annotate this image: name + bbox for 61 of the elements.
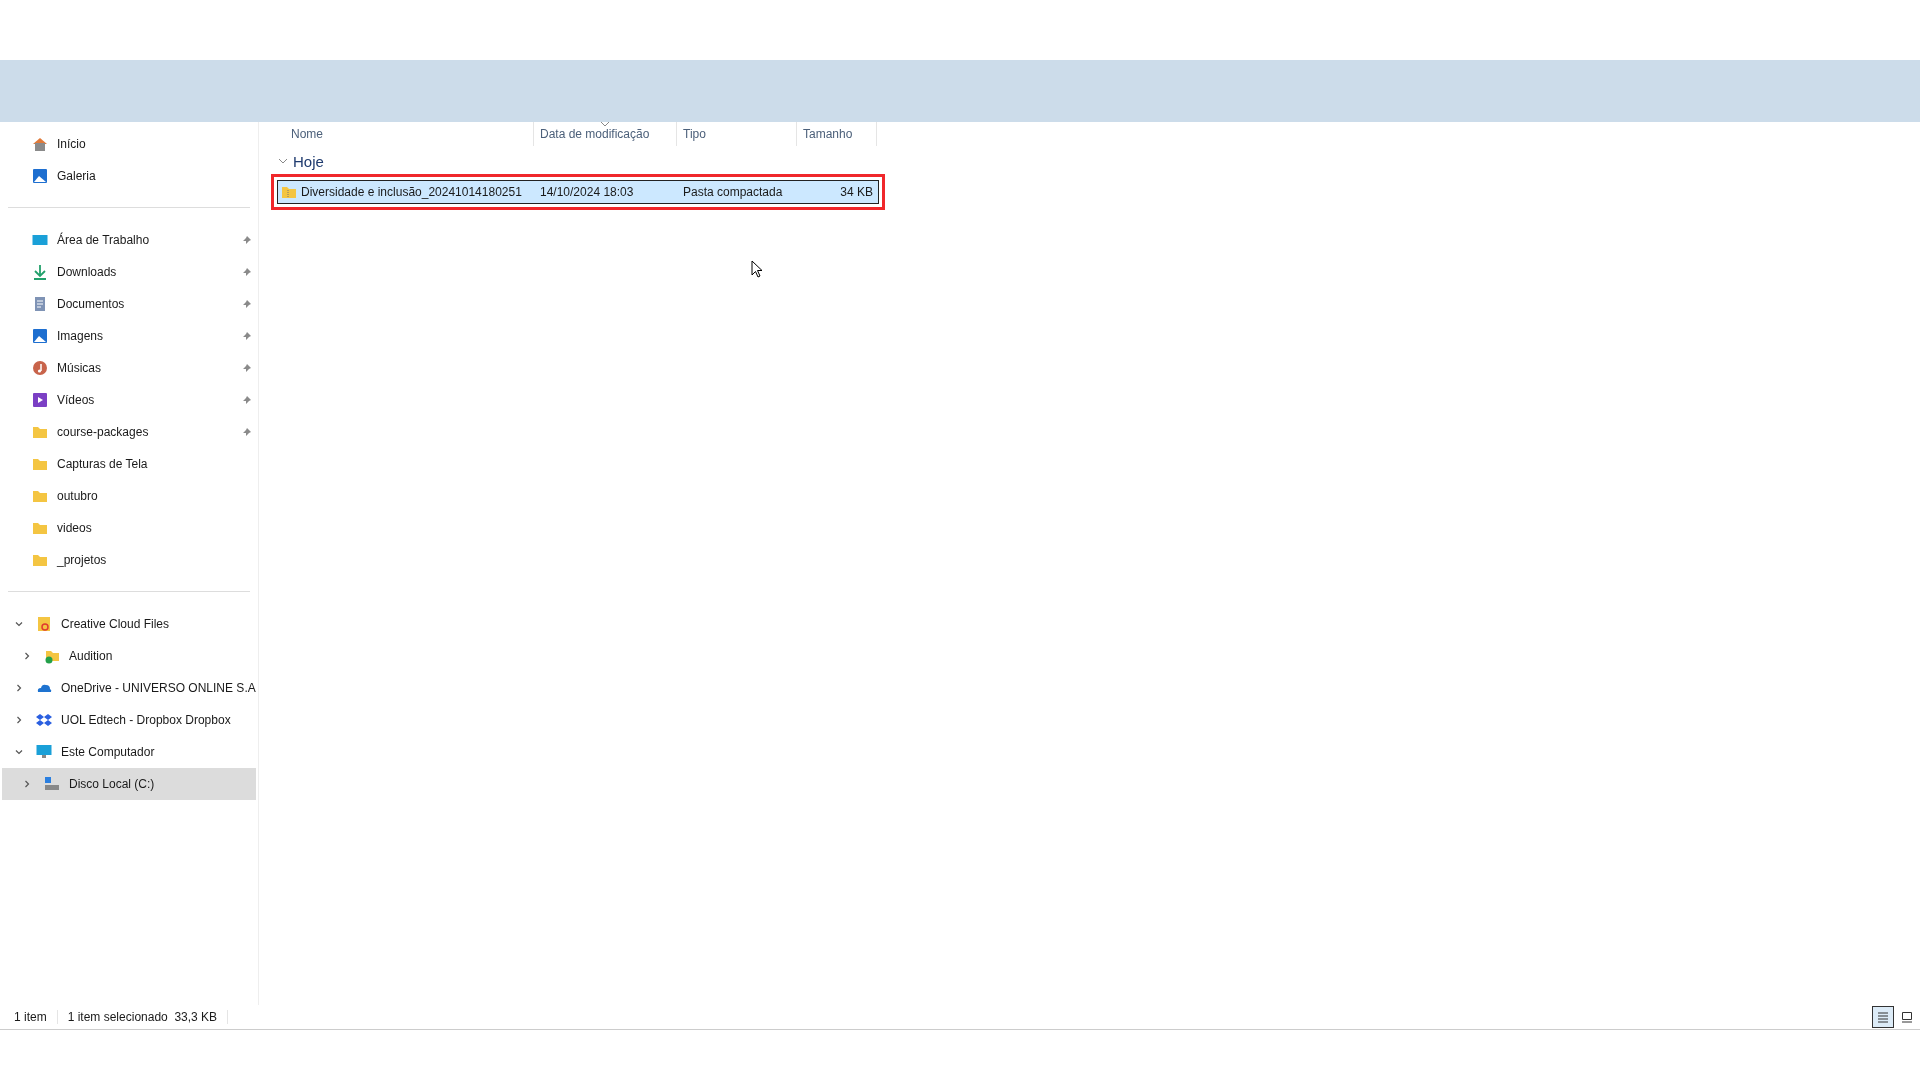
details-view-button[interactable]: [1872, 1006, 1894, 1028]
column-header[interactable]: Data de modificação: [534, 122, 677, 146]
sidebar-item[interactable]: Área de Trabalho: [2, 224, 256, 256]
sidebar-item[interactable]: Músicas: [2, 352, 256, 384]
picture-icon: [32, 328, 48, 344]
drive-icon: [44, 776, 60, 792]
chevron-down-icon[interactable]: [14, 619, 24, 629]
group-heading: Hoje: [293, 152, 324, 170]
tree-item[interactable]: Disco Local (C:): [2, 768, 256, 800]
sidebar-item[interactable]: videos: [2, 512, 256, 544]
column-header[interactable]: Tamanho: [797, 122, 877, 146]
document-icon: [32, 296, 48, 312]
tree-item[interactable]: OneDrive - UNIVERSO ONLINE S.A: [2, 672, 256, 704]
folder-icon: [32, 552, 48, 568]
sidebar-item[interactable]: Imagens: [2, 320, 256, 352]
music-note-icon: [32, 360, 48, 376]
selection-info: 1 item selecionado 33,3 KB: [67, 1010, 218, 1024]
tree-item[interactable]: Creative Cloud Files: [2, 608, 256, 640]
sidebar-item[interactable]: Início: [2, 128, 256, 160]
sidebar-item[interactable]: _projetos: [2, 544, 256, 576]
tree-item[interactable]: Audition: [2, 640, 256, 672]
sidebar-item[interactable]: Documentos: [2, 288, 256, 320]
tree-item[interactable]: Este Computador: [2, 736, 256, 768]
item-count: 1 item: [14, 1010, 47, 1024]
chevron-down-icon[interactable]: [14, 747, 24, 757]
monitor-icon: [32, 232, 48, 248]
box-icon: [36, 712, 52, 728]
download-icon: [32, 264, 48, 280]
list-icon: [1876, 1010, 1890, 1024]
sidebar-item[interactable]: outubro: [2, 480, 256, 512]
folder-icon: [44, 648, 60, 664]
film-icon: [32, 392, 48, 408]
table-cell-text: 34 KB: [839, 185, 874, 199]
picture-icon: [32, 168, 48, 184]
chevron-down-icon[interactable]: [278, 156, 288, 166]
chevron-right-icon[interactable]: [14, 715, 24, 725]
column-header[interactable]: Nome: [276, 122, 534, 146]
tree-item[interactable]: UOL Edtech - Dropbox Dropbox: [2, 704, 256, 736]
chevron-right-icon[interactable]: [14, 683, 24, 693]
tiles-icon: [1900, 1010, 1914, 1024]
sidebar-item[interactable]: Capturas de Tela: [2, 448, 256, 480]
file-name: Diversidade e inclusão_20241014180251: [301, 185, 522, 199]
folder-icon: [32, 424, 48, 440]
sidebar-item[interactable]: Galeria: [2, 160, 256, 192]
table-cell-text: Pasta compactada: [682, 185, 784, 199]
folder-icon: [32, 520, 48, 536]
table-cell-text: 14/10/2024 18:03: [539, 185, 635, 199]
sidebar-item[interactable]: course-packages: [2, 416, 256, 448]
folder-icon: [36, 616, 52, 632]
monitor-icon: [36, 744, 52, 760]
sidebar-item[interactable]: Downloads: [2, 256, 256, 288]
chevron-right-icon[interactable]: [22, 779, 32, 789]
zip-folder-icon: [281, 184, 297, 200]
chevron-right-icon[interactable]: [22, 651, 32, 661]
column-header[interactable]: Tipo: [677, 122, 797, 146]
file-row[interactable]: Diversidade e inclusão_20241014180251 14/10/2024 18:03 Pasta compactada 34 KB: [277, 180, 879, 204]
house-icon: [32, 136, 48, 152]
folder-icon: [32, 488, 48, 504]
sidebar-item[interactable]: Vídeos: [2, 384, 256, 416]
folder-icon: [32, 456, 48, 472]
mouse-pointer-icon: [751, 260, 763, 278]
